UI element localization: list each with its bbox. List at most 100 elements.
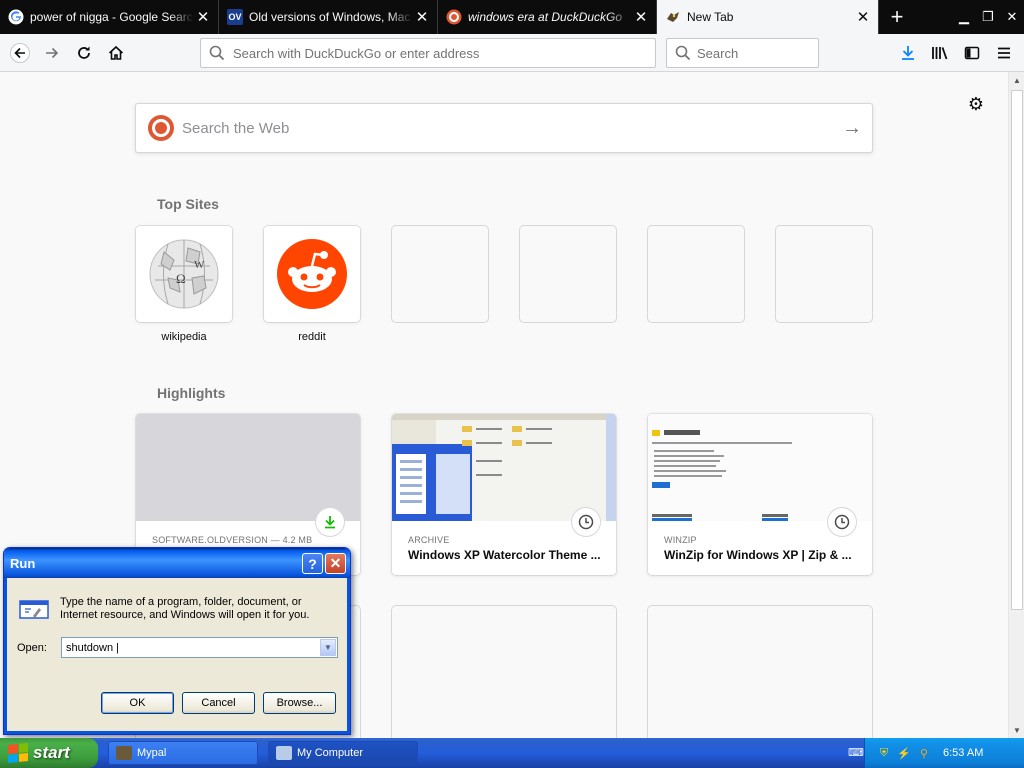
browse-button[interactable]: Browse... bbox=[263, 692, 336, 714]
run-program-icon bbox=[19, 600, 49, 619]
top-site-empty[interactable] bbox=[776, 226, 872, 322]
keyboard-icon[interactable]: ⌨ bbox=[848, 746, 864, 760]
url-bar-placeholder: Search with DuckDuckGo or enter address bbox=[233, 45, 480, 61]
search-icon[interactable]: ⚲ bbox=[917, 746, 931, 760]
ok-button[interactable]: OK bbox=[101, 692, 174, 714]
search-submit-arrow-icon[interactable]: → bbox=[832, 117, 872, 140]
taskbar-item-my-computer[interactable]: My Computer bbox=[268, 741, 418, 765]
security-shield-icon[interactable]: ⛨ bbox=[877, 746, 891, 760]
tab-oldversion[interactable]: OV Old versions of Windows, Mac and Linu… bbox=[219, 0, 438, 34]
run-dialog-titlebar[interactable]: Run ? ✕ bbox=[4, 548, 350, 578]
scroll-up-icon[interactable]: ▲ bbox=[1009, 72, 1024, 88]
downloads-button[interactable] bbox=[892, 37, 924, 69]
run-dialog-title: Run bbox=[10, 555, 36, 571]
mypal-icon bbox=[116, 746, 132, 760]
cancel-button[interactable]: Cancel bbox=[182, 692, 255, 714]
minimize-icon[interactable]: ▁ bbox=[952, 0, 976, 34]
highlight-card-archive[interactable]: ARCHIVE Windows XP Watercolor Theme ... bbox=[392, 414, 616, 575]
svg-text:Ω: Ω bbox=[176, 271, 186, 286]
gear-icon[interactable]: ⚙ bbox=[966, 94, 986, 114]
tab-strip: power of nigga - Google Search ✕ OV Old … bbox=[0, 0, 1024, 34]
tab-title: New Tab bbox=[687, 10, 734, 24]
network-icon[interactable]: ⚡ bbox=[897, 746, 911, 760]
new-tab-button[interactable]: + bbox=[879, 0, 915, 34]
google-icon bbox=[8, 9, 24, 25]
help-icon[interactable]: ? bbox=[302, 553, 323, 574]
navigation-toolbar: Search with DuckDuckGo or enter address … bbox=[0, 34, 1024, 72]
top-site-label: reddit bbox=[298, 331, 326, 343]
reload-icon bbox=[78, 46, 90, 59]
sidebar-icon bbox=[964, 46, 980, 60]
highlight-card-empty[interactable] bbox=[392, 606, 616, 738]
tab-title: Old versions of Windows, Mac and Linux bbox=[249, 10, 413, 24]
highlight-card-empty[interactable] bbox=[648, 606, 872, 738]
tab-google[interactable]: power of nigga - Google Search ✕ bbox=[0, 0, 219, 34]
search-bar[interactable]: Search bbox=[666, 38, 819, 68]
home-icon bbox=[108, 45, 124, 60]
highlights-heading: Highlights bbox=[157, 385, 226, 401]
highlight-thumbnail bbox=[392, 414, 616, 521]
top-site-empty[interactable] bbox=[392, 226, 488, 322]
reload-button[interactable] bbox=[68, 37, 100, 69]
top-site-empty[interactable] bbox=[648, 226, 744, 322]
close-icon[interactable]: ✕ bbox=[325, 553, 346, 574]
tab-duckduckgo[interactable]: windows era at DuckDuckGo ✕ bbox=[438, 0, 657, 34]
top-site-wikipedia[interactable]: Ω W bbox=[136, 226, 232, 322]
highlight-thumbnail bbox=[136, 414, 360, 521]
open-label: Open: bbox=[17, 642, 47, 654]
top-site-empty[interactable] bbox=[520, 226, 616, 322]
close-tab-icon[interactable]: ✕ bbox=[632, 8, 650, 26]
library-button[interactable] bbox=[924, 37, 956, 69]
close-window-icon[interactable]: ✕ bbox=[1000, 0, 1024, 34]
download-icon bbox=[316, 508, 344, 536]
duckduckgo-logo-icon bbox=[148, 115, 174, 141]
open-input[interactable]: shutdown | ▼ bbox=[61, 637, 338, 658]
restore-icon[interactable]: ❐ bbox=[976, 0, 1000, 34]
sidebar-button[interactable] bbox=[956, 37, 988, 69]
search-bar-placeholder: Search bbox=[697, 45, 739, 61]
svg-text:W: W bbox=[194, 259, 205, 271]
scroll-down-icon[interactable]: ▼ bbox=[1009, 722, 1024, 738]
clock[interactable]: 6:53 AM bbox=[943, 747, 983, 759]
back-button[interactable] bbox=[4, 37, 36, 69]
reddit-icon bbox=[277, 239, 347, 309]
highlight-thumbnail bbox=[648, 414, 872, 521]
home-button[interactable] bbox=[100, 37, 132, 69]
highlight-title: Windows XP Watercolor Theme ... bbox=[408, 548, 601, 562]
run-dialog-description: Type the name of a program, folder, docu… bbox=[60, 596, 310, 621]
my-computer-icon bbox=[276, 746, 292, 760]
windows-logo-icon bbox=[8, 742, 28, 764]
run-dialog-body: Type the name of a program, folder, docu… bbox=[4, 578, 350, 734]
web-search-box[interactable]: Search the Web → bbox=[135, 103, 873, 153]
top-site-label: wikipedia bbox=[161, 331, 207, 343]
chevron-down-icon[interactable]: ▼ bbox=[320, 639, 336, 656]
tab-title: power of nigga - Google Search bbox=[30, 10, 194, 24]
taskbar-item-mypal[interactable]: Mypal bbox=[108, 741, 258, 765]
close-tab-icon[interactable]: ✕ bbox=[194, 8, 212, 26]
top-sites-heading: Top Sites bbox=[157, 196, 219, 212]
windows-taskbar: start Mypal My Computer ⌨ ⛨ ⚡ ⚲ 6:53 AM bbox=[0, 738, 1024, 768]
forward-button[interactable] bbox=[36, 37, 68, 69]
page-scrollbar[interactable]: ▲ ▼ bbox=[1008, 72, 1024, 738]
scrollbar-thumb[interactable] bbox=[1011, 90, 1023, 610]
top-site-reddit[interactable] bbox=[264, 226, 360, 322]
open-input-value: shutdown | bbox=[66, 641, 120, 654]
start-label: start bbox=[33, 743, 70, 762]
url-bar[interactable]: Search with DuckDuckGo or enter address bbox=[200, 38, 656, 68]
close-tab-icon[interactable]: ✕ bbox=[854, 8, 872, 26]
search-icon bbox=[209, 45, 225, 61]
tab-new-tab[interactable]: New Tab ✕ bbox=[657, 0, 879, 34]
highlight-source: SOFTWARE.OLDVERSION — 4.2 MB bbox=[152, 535, 313, 545]
start-button[interactable]: start bbox=[0, 738, 98, 768]
menu-button[interactable] bbox=[988, 37, 1020, 69]
clock-icon bbox=[572, 508, 600, 536]
toolbar-right bbox=[892, 37, 1020, 69]
highlight-card-winzip[interactable]: WINZIP WinZip for Windows XP | Zip & ... bbox=[648, 414, 872, 575]
system-tray: ⛨ ⚡ ⚲ 6:53 AM bbox=[864, 738, 1024, 768]
tab-title: windows era at DuckDuckGo bbox=[468, 10, 623, 24]
highlight-title: WinZip for Windows XP | Zip & ... bbox=[664, 548, 852, 562]
duckduckgo-icon bbox=[446, 9, 462, 25]
run-dialog: Run ? ✕ Type the name of a program, fold… bbox=[3, 547, 351, 735]
close-tab-icon[interactable]: ✕ bbox=[413, 8, 431, 26]
taskbar-item-label: My Computer bbox=[297, 747, 364, 759]
